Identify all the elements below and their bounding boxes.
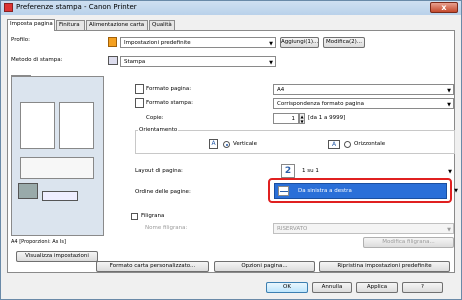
copies-range: [da 1 a 9999] xyxy=(308,115,346,121)
orientation-label: Orientamento xyxy=(138,127,179,133)
watermark-checkbox[interactable] xyxy=(131,213,138,220)
printer-preferences-window: Preferenze stampa - Canon Printer x Impo… xyxy=(0,0,462,300)
portrait-icon: A xyxy=(209,139,218,149)
chevron-down-icon: ▼ xyxy=(447,102,451,108)
watermark-name-value: RISERVATO xyxy=(277,226,308,232)
orientation-group xyxy=(135,130,455,154)
portrait-label: Verticale xyxy=(233,141,257,147)
profile-label: Profilo: xyxy=(11,37,30,43)
restore-defaults-button[interactable]: Ripristina impostazioni predefinite xyxy=(319,261,450,272)
page-order-label: Ordine delle pagine: xyxy=(135,189,191,195)
tab-quality[interactable]: Qualità xyxy=(149,20,175,30)
printer-app-icon xyxy=(4,3,13,12)
chevron-down-icon: ▼ xyxy=(269,41,273,47)
chevron-down-icon[interactable]: ▼ xyxy=(454,188,458,194)
apply-button[interactable]: Applica xyxy=(356,282,398,293)
page-size-label: Formato pagina: xyxy=(146,86,192,92)
preview-page-right xyxy=(59,102,94,149)
chevron-down-icon: ▼ xyxy=(448,169,452,175)
profile-select[interactable]: Impostazioni predefinite ▼ xyxy=(120,37,276,48)
window-title: Preferenze stampa - Canon Printer xyxy=(16,3,137,11)
arrow-right-icon xyxy=(280,191,288,192)
profile-icon xyxy=(108,37,117,47)
preview-caption: A4 [Proporzioni: As Is] xyxy=(11,239,66,245)
close-button[interactable]: x xyxy=(430,2,458,13)
ok-button[interactable]: OK xyxy=(266,282,308,293)
copies-spinner[interactable]: ▲ ▼ xyxy=(299,113,305,124)
page-size-icon xyxy=(135,84,144,94)
landscape-icon: A xyxy=(328,140,340,149)
edit-watermark-button[interactable]: Modifica filigrana... xyxy=(363,237,454,248)
page-layout-label: Layout di pagina: xyxy=(135,168,183,174)
output-method-select[interactable]: Stampa ▼ xyxy=(120,56,276,67)
copies-label: Copie: xyxy=(146,115,164,121)
page-layout-icon: 2 xyxy=(281,164,295,178)
printer-icon xyxy=(108,56,118,65)
page-order-select[interactable]: Da sinistra a destra ▼ xyxy=(274,183,458,199)
tab-paper-source[interactable]: Alimentazione carta xyxy=(86,20,148,30)
paper-path-icon xyxy=(42,191,78,201)
portrait-radio[interactable] xyxy=(223,141,230,148)
custom-paper-size-button[interactable]: Formato carta personalizzato... xyxy=(96,261,209,272)
output-size-label: Formato stampa: xyxy=(146,100,193,106)
page-order-value: Da sinistra a destra xyxy=(298,188,352,194)
view-settings-button[interactable]: Visualizza impostazioni xyxy=(16,251,98,262)
watermark-label: Filigrana xyxy=(141,213,165,219)
page-size-select[interactable]: A4 ▼ xyxy=(273,84,454,95)
output-size-select[interactable]: Corrispondenza formato pagina ▼ xyxy=(273,98,454,109)
page-layout-value: 1 su 1 xyxy=(302,168,319,174)
page-size-value: A4 xyxy=(277,87,285,93)
tab-finishing[interactable]: Finitura xyxy=(56,20,85,30)
add-profile-button[interactable]: Aggiungi(1)... xyxy=(280,37,319,48)
page-setup-panel: Profilo: Impostazioni predefinite ▼ Aggi… xyxy=(7,30,455,273)
landscape-radio[interactable] xyxy=(344,141,351,148)
profile-value: Impostazioni predefinite xyxy=(124,40,191,46)
tab-page-setup[interactable]: Imposta pagina xyxy=(7,19,55,31)
edit-profile-button[interactable]: Modifica(2)... xyxy=(323,37,365,48)
output-method-label: Metodo di stampa: xyxy=(11,57,63,63)
cancel-button[interactable]: Annulla xyxy=(312,282,352,293)
preview-page-left xyxy=(20,102,55,149)
watermark-name-select[interactable]: RISERVATO ▼ xyxy=(273,223,454,234)
page-layout-select[interactable]: 1 su 1 ▼ xyxy=(299,166,454,177)
chevron-down-icon: ▼ xyxy=(269,60,273,66)
title-bar: Preferenze stampa - Canon Printer x xyxy=(1,1,461,15)
landscape-label: Orizzontale xyxy=(354,141,386,147)
copies-input[interactable]: 1 xyxy=(273,113,299,124)
chevron-down-icon: ▼ xyxy=(447,88,451,94)
help-button[interactable]: ? xyxy=(402,282,443,293)
page-order-icon xyxy=(278,186,289,196)
page-preview xyxy=(11,76,104,236)
watermark-name-label: Nome filigrana: xyxy=(145,225,188,231)
printer-illustration-icon xyxy=(18,183,38,199)
copies-value: 1 xyxy=(291,116,296,122)
chevron-down-icon: ▼ xyxy=(447,227,451,233)
preview-page-bottom xyxy=(20,157,94,179)
page-options-button[interactable]: Opzioni pagina... xyxy=(214,261,315,272)
output-method-value: Stampa xyxy=(124,59,146,65)
output-size-value: Corrispondenza formato pagina xyxy=(277,101,364,107)
output-size-icon xyxy=(135,98,144,108)
